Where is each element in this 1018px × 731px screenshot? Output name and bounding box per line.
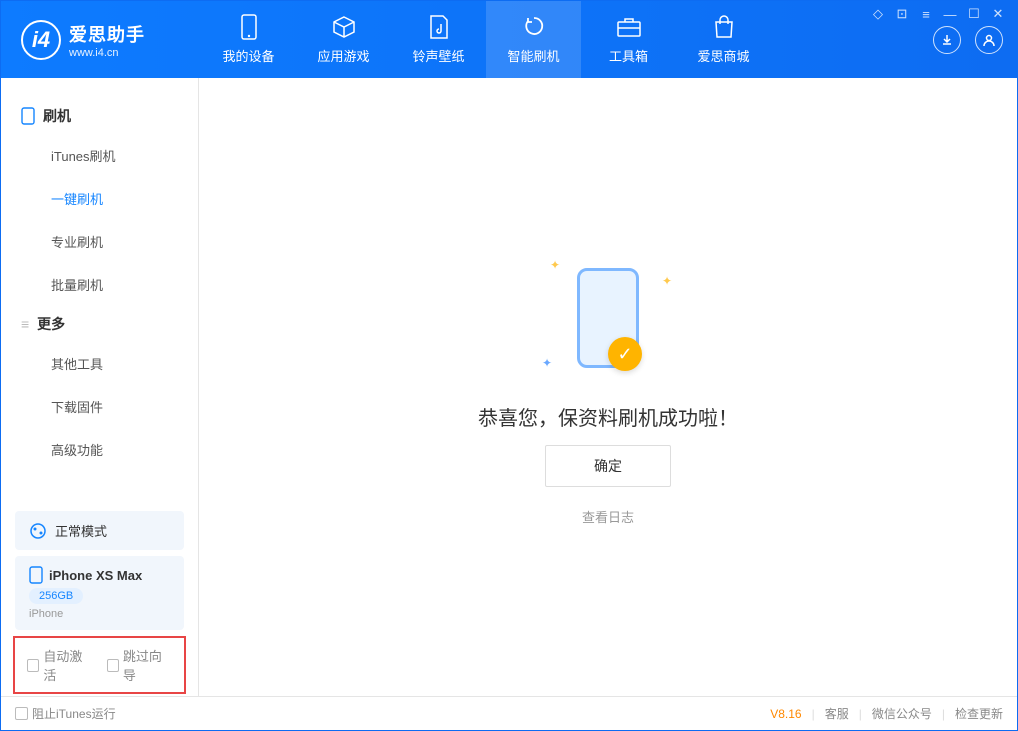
wechat-link[interactable]: 微信公众号 [872, 705, 932, 722]
success-message: 恭喜您，保资料刷机成功啦！ [478, 402, 738, 431]
checkbox-icon [107, 659, 119, 672]
sparkle-icon: ✦ [542, 356, 552, 370]
device-capacity-badge: 256GB [29, 588, 83, 604]
toolbox-icon [616, 14, 642, 40]
minimize-button[interactable]: — [943, 7, 957, 21]
menu-icon[interactable]: ≡ [919, 7, 933, 21]
view-log-link[interactable]: 查看日志 [582, 507, 634, 526]
status-bar: 阻止iTunes运行 V8.16 | 客服 | 微信公众号 | 检查更新 [1, 696, 1017, 730]
tab-my-device[interactable]: 我的设备 [201, 1, 296, 78]
section-label: 刷机 [43, 106, 71, 126]
tab-label: 应用游戏 [317, 46, 369, 65]
checkbox-icon [15, 707, 28, 720]
separator: | [859, 707, 862, 721]
checkbox-auto-activate[interactable]: 自动激活 [27, 646, 93, 684]
sparkle-icon: ✦ [550, 258, 560, 272]
options-highlight-row: 自动激活 跳过向导 [13, 636, 186, 694]
sidebar-item-batch-flash[interactable]: 批量刷机 [1, 263, 198, 306]
mode-status[interactable]: 正常模式 [15, 511, 184, 550]
device-type-label: iPhone [29, 608, 170, 620]
device-icon [21, 107, 35, 125]
confirm-button[interactable]: 确定 [545, 445, 671, 487]
phone-icon [236, 14, 262, 40]
bag-icon [711, 14, 737, 40]
tab-toolbox[interactable]: 工具箱 [581, 1, 676, 78]
checkbox-label: 阻止iTunes运行 [32, 705, 116, 722]
logo-icon: i4 [21, 20, 61, 60]
checkbox-label: 跳过向导 [123, 646, 172, 684]
sparkle-icon: ✦ [662, 274, 672, 288]
sidebar: 刷机 iTunes刷机 一键刷机 专业刷机 批量刷机 ≡ 更多 其他工具 下载固… [1, 78, 199, 696]
checkbox-block-itunes[interactable]: 阻止iTunes运行 [15, 705, 116, 722]
app-title: 爱思助手 [69, 21, 145, 47]
user-button[interactable] [975, 26, 1003, 54]
list-icon: ≡ [21, 316, 29, 332]
main-tabs: 我的设备 应用游戏 铃声壁纸 智能刷机 工具箱 爱思商城 [201, 1, 771, 78]
tab-ringtone[interactable]: 铃声壁纸 [391, 1, 486, 78]
sidebar-section-flash: 刷机 [1, 98, 198, 134]
version-label[interactable]: V8.16 [770, 707, 801, 721]
sidebar-item-itunes-flash[interactable]: iTunes刷机 [1, 134, 198, 177]
maximize-button[interactable]: ☐ [967, 7, 981, 21]
tab-label: 我的设备 [222, 46, 274, 65]
separator: | [942, 707, 945, 721]
music-file-icon [426, 14, 452, 40]
tab-label: 智能刷机 [507, 46, 559, 65]
download-button[interactable] [933, 26, 961, 54]
tab-label: 工具箱 [609, 46, 648, 65]
support-link[interactable]: 客服 [825, 705, 849, 722]
checkbox-label: 自动激活 [43, 646, 92, 684]
tab-store[interactable]: 爱思商城 [676, 1, 771, 78]
check-badge-icon: ✓ [608, 337, 642, 371]
sidebar-item-oneclick-flash[interactable]: 一键刷机 [1, 177, 198, 220]
tab-label: 铃声壁纸 [412, 46, 464, 65]
app-header: i4 爱思助手 www.i4.cn 我的设备 应用游戏 铃声壁纸 智能刷机 工具… [1, 1, 1017, 78]
sidebar-item-advanced[interactable]: 高级功能 [1, 428, 198, 471]
device-name-label: iPhone XS Max [49, 568, 142, 583]
lock-icon[interactable]: ⊡ [895, 7, 909, 21]
sidebar-item-firmware[interactable]: 下载固件 [1, 385, 198, 428]
theme-icon[interactable]: ◇ [871, 7, 885, 21]
tab-smart-flash[interactable]: 智能刷机 [486, 1, 581, 78]
checkbox-skip-guide[interactable]: 跳过向导 [107, 646, 173, 684]
sidebar-item-pro-flash[interactable]: 专业刷机 [1, 220, 198, 263]
sidebar-item-other-tools[interactable]: 其他工具 [1, 342, 198, 385]
app-subtitle: www.i4.cn [69, 47, 145, 59]
phone-shape-icon: ✓ [577, 268, 639, 368]
cube-icon [331, 14, 357, 40]
refresh-shield-icon [521, 14, 547, 40]
update-link[interactable]: 检查更新 [955, 705, 1003, 722]
separator: | [812, 707, 815, 721]
main-content: ✦ ✦ ✦ ✓ 恭喜您，保资料刷机成功啦！ 确定 查看日志 [199, 78, 1017, 696]
success-illustration: ✦ ✦ ✦ ✓ [538, 248, 678, 388]
phone-icon [29, 566, 43, 584]
close-button[interactable]: ✕ [991, 7, 1005, 21]
section-label: 更多 [37, 314, 65, 334]
device-card[interactable]: iPhone XS Max 256GB iPhone [15, 556, 184, 630]
mode-icon [29, 522, 47, 540]
logo-area: i4 爱思助手 www.i4.cn [1, 20, 201, 60]
tab-label: 爱思商城 [697, 46, 749, 65]
sidebar-section-more: ≡ 更多 [1, 306, 198, 342]
tab-apps[interactable]: 应用游戏 [296, 1, 391, 78]
mode-label: 正常模式 [55, 521, 107, 540]
checkbox-icon [27, 659, 39, 672]
